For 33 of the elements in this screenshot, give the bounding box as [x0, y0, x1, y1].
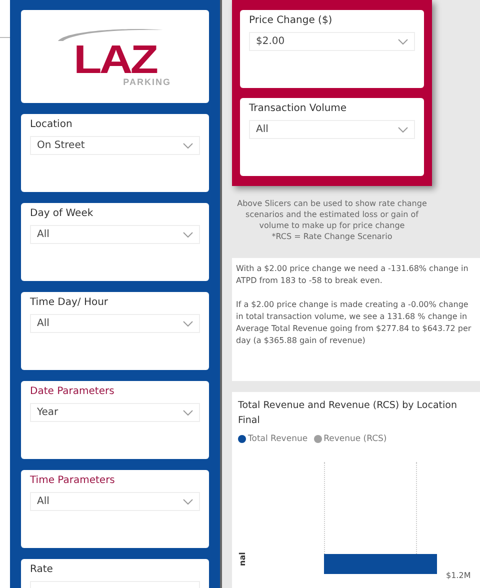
chevron-down-icon	[183, 498, 193, 504]
note-text: *RCS = Rate Change Scenario	[270, 231, 394, 242]
dropdown[interactable]: Year	[30, 403, 200, 422]
dropdown[interactable]: All	[30, 225, 200, 244]
note-text: Above Slicers can be used to show rate change scenarios and the estimated loss or gain of volume to make up for price change	[236, 198, 428, 231]
slicer-title: Location	[30, 119, 74, 131]
slicer-title: Date Parameters	[30, 386, 116, 398]
dropdown[interactable]: All	[249, 120, 415, 139]
chevron-down-icon	[398, 38, 408, 44]
legend-label: Total Revenue	[248, 434, 308, 444]
chevron-down-icon	[398, 126, 408, 132]
slicer-title: Time Day/ Hour	[30, 297, 110, 309]
chevron-down-icon	[183, 142, 193, 148]
slicer-title: Time Parameters	[30, 475, 116, 487]
dropdown[interactable]: All	[30, 314, 200, 333]
slicer-title: Price Change ($)	[249, 15, 334, 27]
logo-text: LAZ	[74, 42, 156, 76]
dropdown[interactable]: All	[30, 492, 200, 511]
slicer-title: Day of Week	[30, 208, 94, 220]
dropdown[interactable]: $2.00	[249, 32, 415, 51]
logo-subtext: PARKING	[123, 76, 171, 86]
chevron-down-icon	[183, 320, 193, 326]
data-label: $1.2M	[446, 571, 471, 580]
legend-label: Revenue (RCS)	[324, 434, 387, 444]
slicer-title: Transaction Volume	[249, 103, 348, 115]
summary-text: If a $2.00 price change is made creating a -0.00% change in total transaction volume, we see a 131.68 % change in Average Total Revenue going from $277.84 to $643.72 per day (a $365.88 gain of revenue)	[236, 299, 472, 347]
chart-title: Total Revenue and Revenue (RCS) by Location Final	[238, 399, 458, 428]
chevron-down-icon	[183, 232, 193, 238]
axis-label: nal	[238, 552, 248, 566]
chevron-down-icon	[183, 410, 193, 416]
dropdown[interactable]: On Street	[30, 136, 200, 155]
slicer-title: Rate	[30, 564, 54, 576]
summary-text: With a $2.00 price change we need a -131.68% change in ATPD from 183 to -58 to break even.	[236, 263, 470, 287]
